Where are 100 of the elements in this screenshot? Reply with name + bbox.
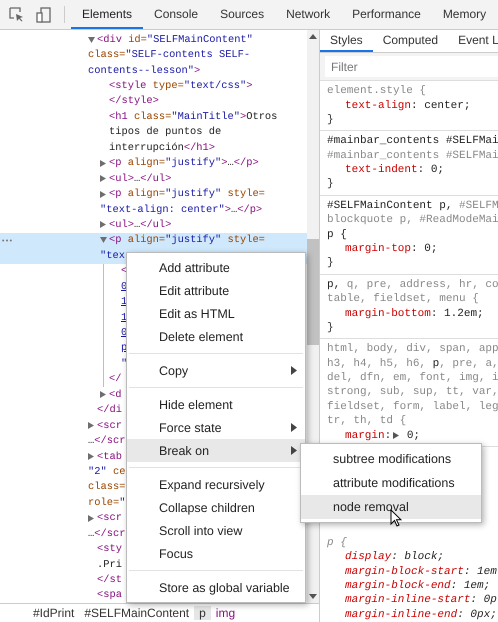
- menu-item[interactable]: Copy: [127, 359, 305, 382]
- menu-item[interactable]: attribute modifications: [301, 471, 481, 495]
- panel-tab[interactable]: Elements: [71, 0, 144, 29]
- code-line: <scr: [97, 512, 122, 524]
- expand-triangle-icon[interactable]: [393, 432, 400, 440]
- code-line: </: [109, 373, 122, 386]
- css-selector: h3, h4, h5, h6, p, pre, a,: [327, 356, 498, 372]
- scroll-thumb[interactable]: [307, 239, 319, 345]
- code-line: <p align="justify" style=: [109, 234, 265, 246]
- caret-down-icon[interactable]: [100, 237, 107, 244]
- caret-right-icon[interactable]: [100, 175, 106, 182]
- css-declaration: text-indent: 0;: [345, 164, 444, 176]
- breadcrumb[interactable]: #SELFMainContent: [79, 606, 194, 620]
- panel-tab[interactable]: Performance: [341, 0, 432, 29]
- menu-item[interactable]: Hide element: [127, 393, 305, 416]
- code-link[interactable]: 1: [121, 312, 128, 324]
- closing-brace: }: [327, 177, 335, 192]
- caret-right-icon[interactable]: [100, 391, 106, 398]
- menu-item[interactable]: Scroll into view: [127, 519, 305, 542]
- menu-item[interactable]: Break on: [127, 439, 305, 462]
- sidebar-tab[interactable]: Event L: [448, 30, 498, 52]
- css-declaration: margin-block-start: 1em: [345, 566, 497, 578]
- css-declaration: display: block;: [345, 551, 444, 564]
- filter-field[interactable]: Filter: [325, 56, 498, 77]
- code-line: ": [121, 358, 128, 370]
- css-declaration: margin-inline-end: 0px;: [345, 608, 497, 621]
- menu-item[interactable]: Focus: [127, 542, 305, 565]
- panel-tab[interactable]: Memory: [432, 0, 498, 29]
- caret-right-icon[interactable]: [100, 221, 106, 228]
- code-line: …</scr: [88, 435, 126, 448]
- code-line: "text-align: center">…</p>: [100, 204, 262, 216]
- code-line: tipos de puntos de: [109, 126, 222, 138]
- css-selector: fieldset, form, label, leg: [327, 400, 498, 414]
- breadcrumb[interactable]: p: [194, 606, 211, 620]
- menu-item[interactable]: node removal: [301, 495, 481, 519]
- sidebar-tab[interactable]: Computed: [372, 30, 448, 52]
- scroll-down-icon[interactable]: [309, 594, 317, 599]
- scroll-up-icon[interactable]: [309, 34, 317, 39]
- code-line: class=: [88, 481, 126, 494]
- css-declaration: margin-bottom: 1.2em;: [345, 308, 484, 320]
- code-line: role=": [88, 496, 126, 509]
- panel-tab[interactable]: Sources: [209, 0, 276, 29]
- css-selector: #SELFMainContent p, #SELFM: [327, 198, 498, 214]
- css-selector: strong, sub, sup, tt, var,: [327, 385, 498, 400]
- css-selector: element.style {: [327, 84, 428, 98]
- css-property: margin:: [345, 430, 392, 442]
- css-value: 0;: [406, 430, 420, 442]
- submenu-arrow-icon: [291, 366, 297, 375]
- code-line: class="SELF-contents SELF-: [88, 49, 250, 62]
- menu-item[interactable]: Store as global variable: [127, 576, 305, 599]
- caret-right-icon[interactable]: [88, 514, 94, 522]
- code-line: </st: [97, 574, 122, 586]
- more-icon[interactable]: [2, 238, 12, 242]
- panel-tab[interactable]: Console: [143, 0, 210, 29]
- css-selector: p {: [327, 536, 348, 550]
- code-line: <h1 class="MainTitle">Otros: [109, 110, 278, 123]
- css-declaration: margin-inline-start: 0p: [345, 594, 497, 606]
- code-line: </di: [97, 404, 122, 416]
- submenu-arrow-icon: [291, 423, 297, 432]
- css-selector: del, dfn, em, font, img, i: [327, 371, 498, 386]
- code-line: "tex: [100, 250, 125, 262]
- caret-down-icon[interactable]: [88, 36, 95, 43]
- code-line: <style type="text/css">: [109, 80, 252, 92]
- code-line: <ul>…</ul>: [109, 172, 172, 185]
- code-line: <div id="SELFMainContent": [97, 34, 253, 46]
- css-selector: html, body, div, span, app: [327, 342, 498, 357]
- caret-right-icon[interactable]: [100, 160, 106, 167]
- menu-item[interactable]: Edit as HTML: [127, 302, 305, 325]
- menu-item[interactable]: Force state: [127, 416, 305, 439]
- breadcrumb[interactable]: img: [210, 606, 240, 620]
- code-line: <p align="justify" style=: [109, 188, 265, 200]
- code-line: </style>: [109, 95, 159, 108]
- code-line: <d: [109, 388, 122, 401]
- caret-right-icon[interactable]: [88, 422, 94, 430]
- closing-brace: }: [327, 112, 335, 128]
- menu-item[interactable]: Delete element: [127, 325, 305, 348]
- device-toggle-icon[interactable]: [36, 6, 52, 22]
- code-line: contents--lesson">: [88, 64, 200, 77]
- caret-right-icon[interactable]: [88, 453, 94, 460]
- css-selector: p {: [327, 228, 348, 242]
- inspect-icon[interactable]: [8, 7, 24, 22]
- code-line: <scr: [97, 420, 122, 432]
- code-link[interactable]: 1: [121, 296, 128, 308]
- css-selector: tr, th, td {: [327, 414, 408, 429]
- css-declaration: margin-top: 0;: [345, 243, 438, 256]
- code-line: <spa: [97, 589, 122, 602]
- css-selector: p, q, pre, address, hr, co: [327, 278, 498, 292]
- caret-right-icon[interactable]: [100, 190, 106, 198]
- closing-brace: }: [327, 320, 335, 336]
- code-line: …</scr: [88, 528, 126, 540]
- css-selector: blockquote p, #ReadModeMai: [327, 213, 498, 228]
- menu-item[interactable]: Edit attribute: [127, 279, 305, 302]
- css-selector: table, fieldset, menu {: [327, 292, 480, 306]
- code-line: <sty: [97, 543, 122, 556]
- code-line: interrupción</h1>: [109, 142, 216, 154]
- closing-brace: }: [327, 256, 335, 271]
- css-selector: #mainbar_contents #SELFMai: [327, 134, 498, 149]
- panel-tab[interactable]: Network: [275, 0, 342, 29]
- breadcrumb[interactable]: #IdPrint: [28, 606, 80, 620]
- submenu-arrow-icon: [291, 446, 297, 455]
